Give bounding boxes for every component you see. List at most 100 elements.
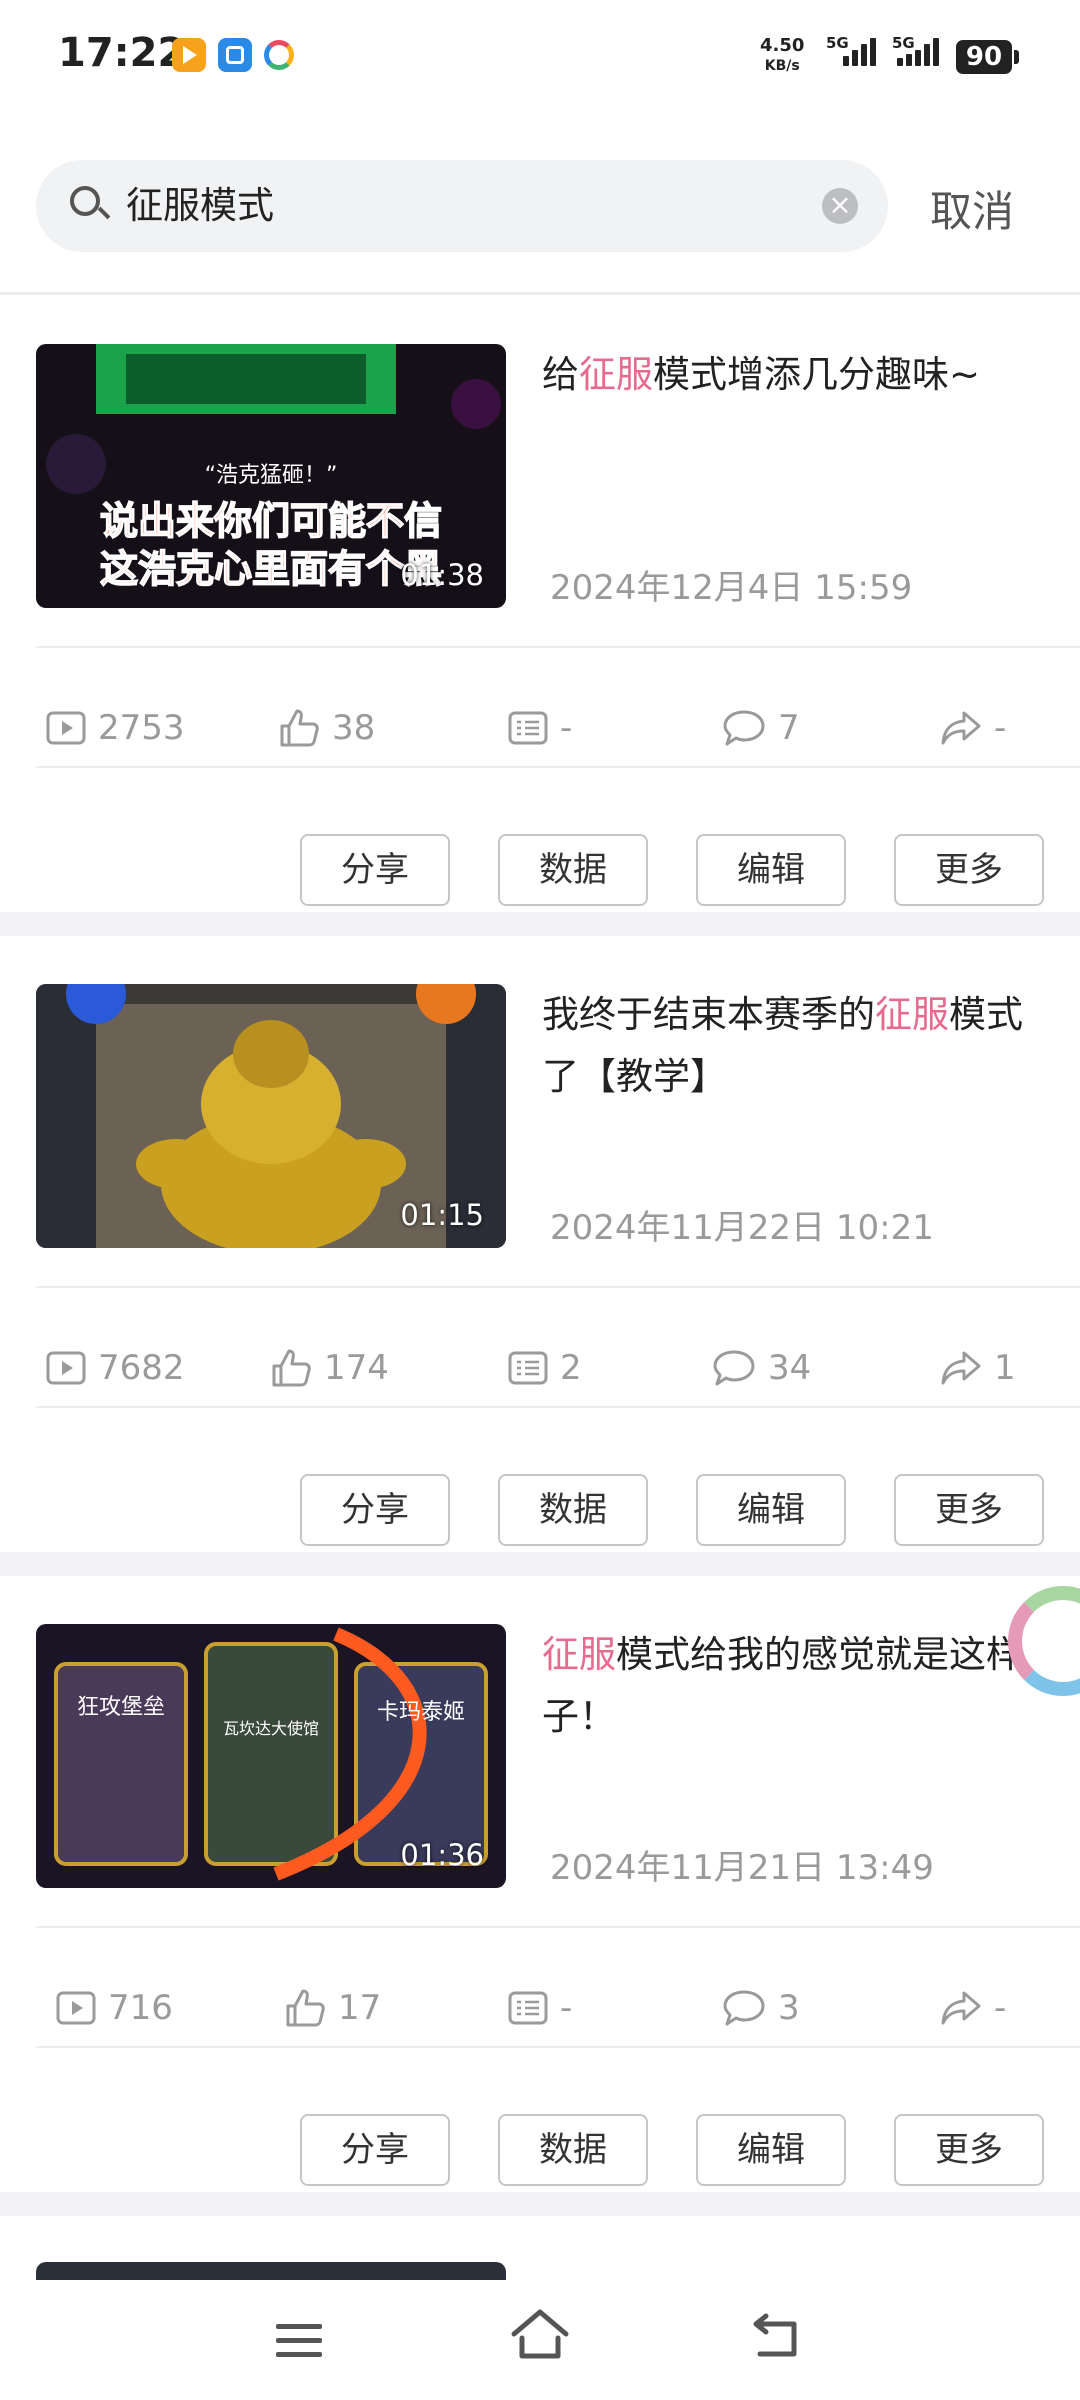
- divider: [36, 1926, 1080, 1928]
- stats-row: 716 17 - 3 -: [0, 1988, 1080, 2048]
- danmaku-stat: 2: [508, 1348, 582, 1388]
- share-button[interactable]: 分享: [300, 1474, 450, 1546]
- home-icon[interactable]: [510, 2308, 570, 2360]
- status-bar: 17:22 4.50 KB/s 5G 5G 90: [0, 0, 1080, 120]
- comments-stat[interactable]: 7: [722, 708, 800, 748]
- divider: [0, 292, 1080, 295]
- thumbnail-caption: 这浩克心里面有个黑: [100, 547, 442, 591]
- cloud-app-icon: [218, 38, 252, 72]
- video-thumbnail[interactable]: 01:15: [36, 984, 506, 1248]
- danmaku-icon: [508, 1991, 548, 2025]
- divider: [36, 1406, 1080, 1408]
- video-card[interactable]: “浩克猛砸！” 说出来你们可能不信 这浩克心里面有个黑 01:38 给征服模式增…: [0, 344, 1080, 962]
- divider: [36, 646, 1080, 648]
- video-thumbnail[interactable]: [36, 2262, 506, 2282]
- divider: [36, 1286, 1080, 1288]
- video-title[interactable]: 征服模式给我的感觉就是这样子！: [542, 1624, 1042, 1748]
- signal-icon-2: 5G: [892, 34, 939, 66]
- card-separator: [0, 912, 1080, 936]
- search-input[interactable]: [126, 160, 826, 252]
- edit-button[interactable]: 编辑: [696, 1474, 846, 1546]
- views-stat: 716: [56, 1988, 173, 2028]
- action-row: 分享 数据 编辑 更多: [0, 1474, 1080, 1546]
- data-button[interactable]: 数据: [498, 834, 648, 906]
- clear-icon[interactable]: ×: [822, 188, 858, 224]
- data-button[interactable]: 数据: [498, 1474, 648, 1546]
- search-box[interactable]: ×: [36, 160, 888, 252]
- keyword-highlight: 征服: [875, 993, 949, 1036]
- thumbnail-caption: 说出来你们可能不信: [100, 499, 442, 543]
- danmaku-icon: [508, 711, 548, 745]
- share-button[interactable]: 分享: [300, 2114, 450, 2186]
- thumbnail-caption: “浩克猛砸！”: [205, 463, 338, 488]
- comments-stat[interactable]: 3: [722, 1988, 800, 2028]
- video-card[interactable]: 01:15 我终于结束本赛季的征服模式了【教学】 2024年11月22日 10:…: [0, 984, 1080, 1602]
- views-stat: 7682: [46, 1348, 185, 1388]
- share-icon: [941, 1991, 981, 2025]
- card-separator: [0, 1552, 1080, 1576]
- share-icon: [941, 711, 981, 745]
- video-app-icon: [172, 38, 206, 72]
- danmaku-stat: -: [508, 708, 572, 748]
- video-date: 2024年11月21日 13:49: [550, 1848, 934, 1888]
- shares-stat[interactable]: 1: [940, 1348, 1016, 1388]
- video-date: 2024年12月4日 15:59: [550, 568, 913, 608]
- thumbnail-caption: 卡玛泰姬: [377, 1700, 465, 1725]
- battery-icon: 90: [956, 40, 1019, 74]
- shares-stat[interactable]: -: [940, 1988, 1006, 2028]
- thumb-up-icon: [280, 709, 319, 747]
- more-button[interactable]: 更多: [894, 2114, 1044, 2186]
- thumbnail-caption: 瓦坎达大使馆: [223, 1719, 319, 1738]
- search-icon: [70, 186, 100, 216]
- likes-stat[interactable]: 38: [278, 708, 375, 748]
- play-icon: [46, 1351, 86, 1385]
- more-button[interactable]: 更多: [894, 1474, 1044, 1546]
- video-duration: 01:15: [400, 1198, 484, 1232]
- comment-icon: [723, 710, 765, 746]
- video-card[interactable]: 狂攻堡垒 瓦坎达大使馆 卡玛泰姬 01:36 征服模式给我的感觉就是这样子！ 2…: [0, 1624, 1080, 2242]
- views-stat: 2753: [46, 708, 185, 748]
- stats-row: 7682 174 2 34 1: [0, 1348, 1080, 1408]
- network-speed: 4.50 KB/s: [760, 35, 805, 75]
- video-thumbnail[interactable]: “浩克猛砸！” 说出来你们可能不信 这浩克心里面有个黑 01:38: [36, 344, 506, 608]
- cancel-button[interactable]: 取消: [930, 178, 1014, 239]
- share-icon: [941, 1351, 981, 1385]
- video-thumbnail[interactable]: 狂攻堡垒 瓦坎达大使馆 卡玛泰姬 01:36: [36, 1624, 506, 1888]
- shares-stat[interactable]: -: [940, 708, 1006, 748]
- navigation-bar: [0, 2280, 1080, 2400]
- divider: [36, 766, 1080, 768]
- comments-stat[interactable]: 34: [712, 1348, 811, 1388]
- more-button[interactable]: 更多: [894, 834, 1044, 906]
- play-icon: [56, 1991, 96, 2025]
- video-title[interactable]: 给征服模式增添几分趣味~: [542, 344, 1042, 406]
- status-time: 17:22: [58, 30, 186, 76]
- thumb-up-icon: [272, 1349, 311, 1387]
- divider: [36, 2046, 1080, 2048]
- thumbnail-caption: 狂攻堡垒: [77, 1695, 165, 1720]
- danmaku-icon: [508, 1351, 548, 1385]
- video-title[interactable]: 我终于结束本赛季的征服模式了【教学】: [542, 984, 1042, 1108]
- thumb-up-icon: [286, 1989, 325, 2027]
- back-icon[interactable]: [752, 2312, 804, 2360]
- keyword-highlight: 征服: [579, 353, 653, 396]
- keyword-highlight: 征服: [542, 1633, 616, 1676]
- likes-stat[interactable]: 17: [284, 1988, 381, 2028]
- play-icon: [46, 711, 86, 745]
- card-separator: [0, 2192, 1080, 2216]
- video-duration: 01:36: [400, 1838, 484, 1872]
- danmaku-stat: -: [508, 1988, 572, 2028]
- edit-button[interactable]: 编辑: [696, 2114, 846, 2186]
- video-duration: 01:38: [400, 558, 484, 592]
- comment-icon: [713, 1350, 755, 1386]
- notification-icons: [172, 38, 294, 72]
- comment-icon: [723, 1990, 765, 2026]
- edit-button[interactable]: 编辑: [696, 834, 846, 906]
- menu-icon[interactable]: [276, 2324, 322, 2366]
- action-row: 分享 数据 编辑 更多: [0, 834, 1080, 906]
- signal-icon-1: 5G: [826, 34, 876, 66]
- data-button[interactable]: 数据: [498, 2114, 648, 2186]
- likes-stat[interactable]: 174: [270, 1348, 389, 1388]
- ring-app-icon: [264, 40, 294, 70]
- video-date: 2024年11月22日 10:21: [550, 1208, 934, 1248]
- share-button[interactable]: 分享: [300, 834, 450, 906]
